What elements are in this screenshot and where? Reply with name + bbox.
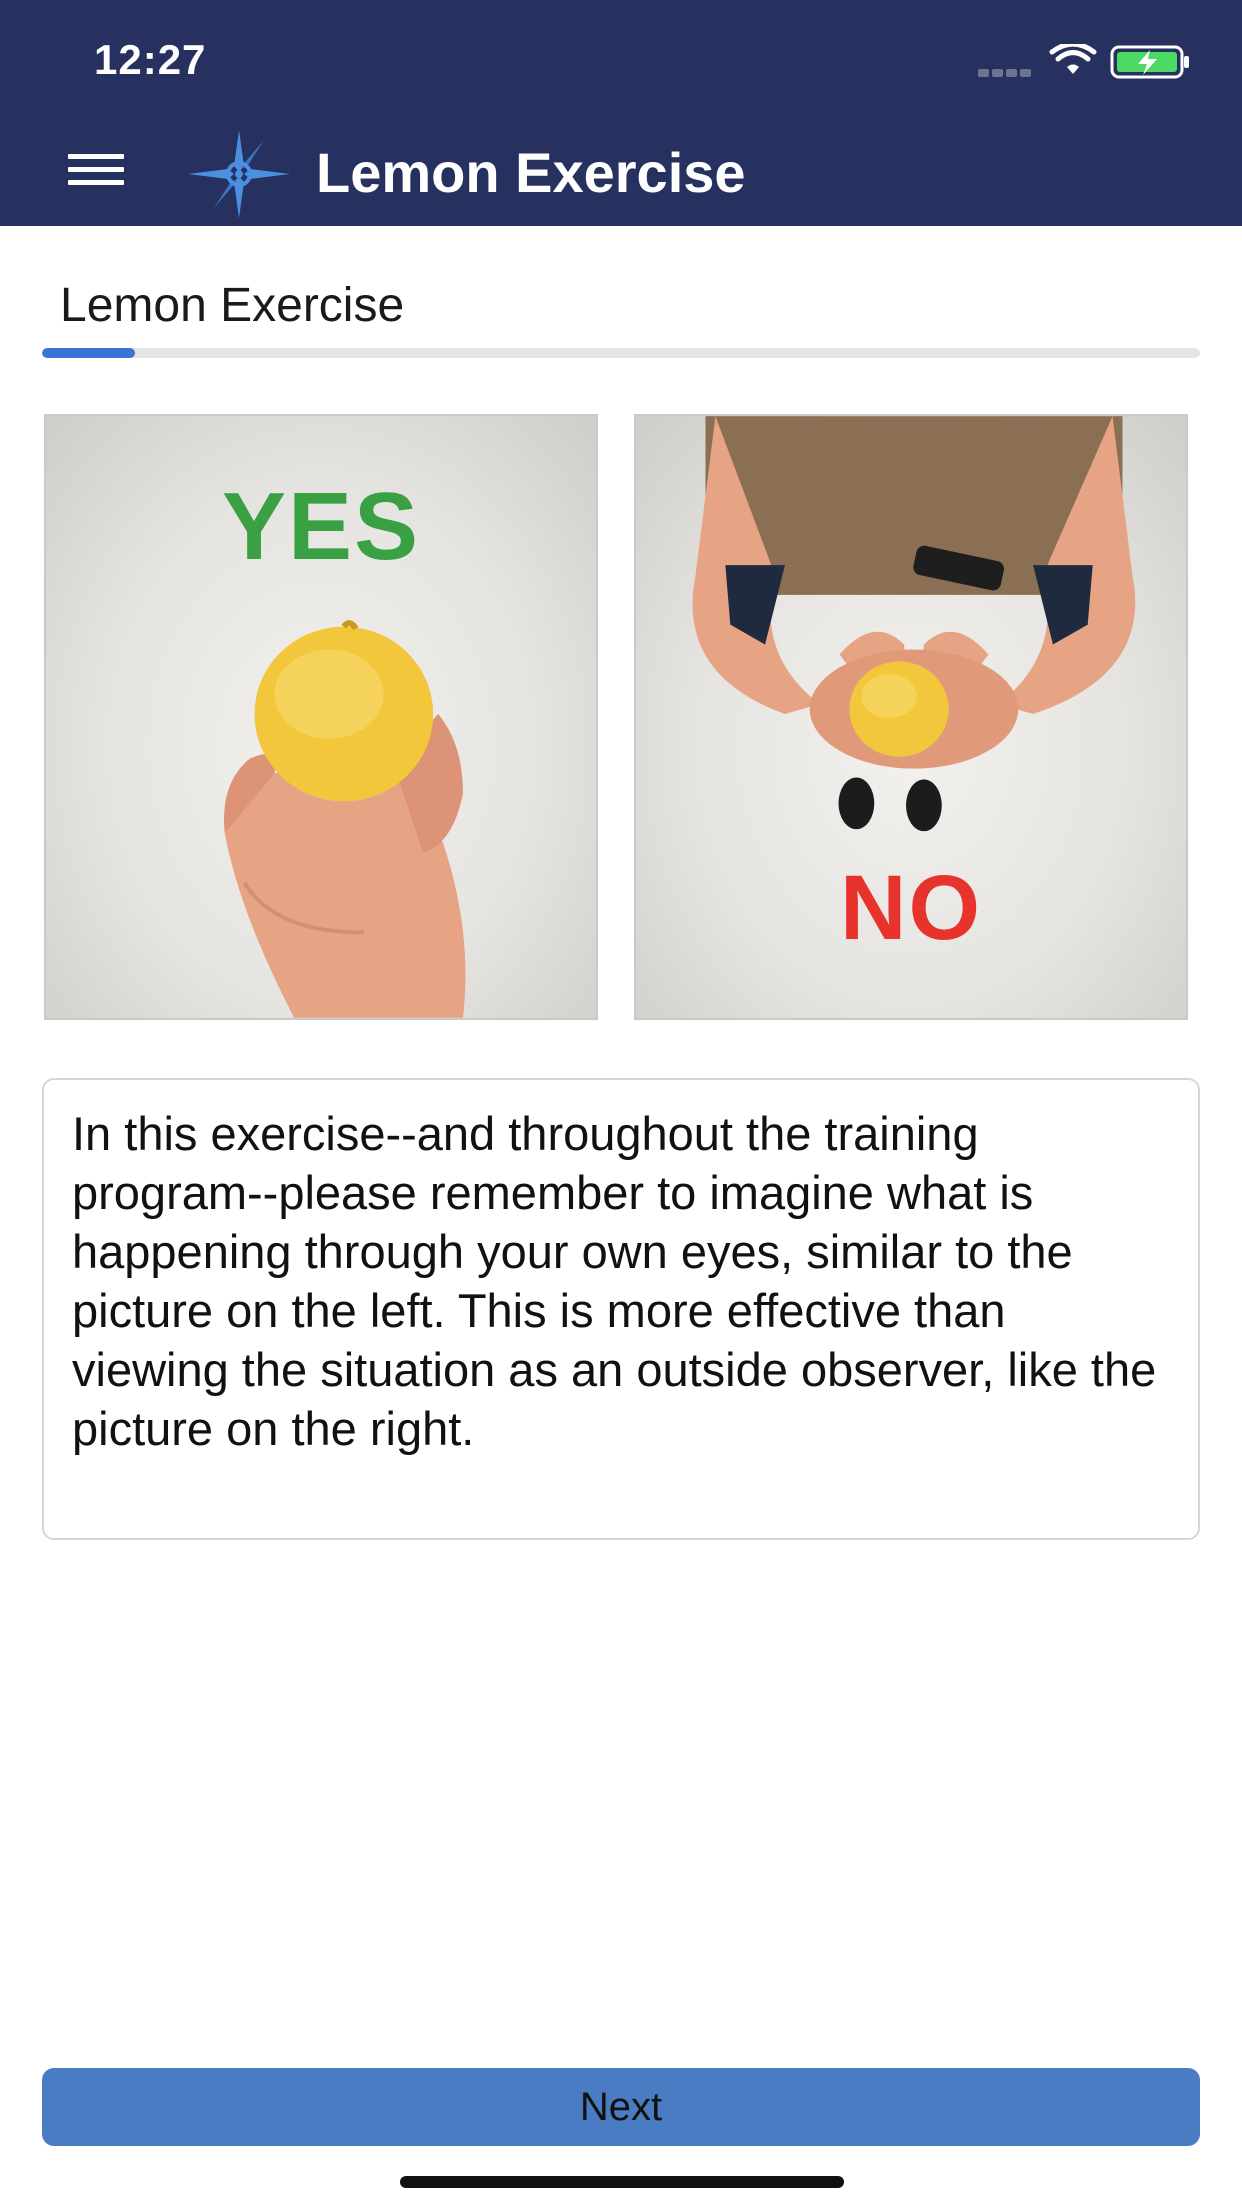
observer-example-image: NO (634, 414, 1188, 1020)
yes-label: YES (221, 473, 421, 580)
status-time: 12:27 (94, 36, 207, 83)
page-title: Lemon Exercise (60, 279, 405, 332)
instructions-text: In this exercise--and throughout the tra… (72, 1107, 1157, 1455)
wifi-icon (1049, 44, 1097, 74)
app-header: 12:27 Lemon Exercise (0, 0, 1242, 226)
compass-star-logo-icon (188, 130, 290, 218)
battery-charging-icon (1110, 45, 1189, 79)
hamburger-menu-icon[interactable] (68, 154, 124, 190)
app-title: Lemon Exercise (316, 141, 746, 204)
instructions-box: In this exercise--and throughout the tra… (42, 1078, 1200, 1540)
no-label: NO (840, 857, 982, 959)
next-button[interactable]: Next (42, 2068, 1200, 2146)
progress-bar (42, 348, 1200, 358)
signal-dots-icon (978, 64, 1036, 77)
first-person-example-image: YES (44, 414, 598, 1020)
progress-fill (42, 348, 135, 358)
home-indicator (400, 2176, 844, 2188)
